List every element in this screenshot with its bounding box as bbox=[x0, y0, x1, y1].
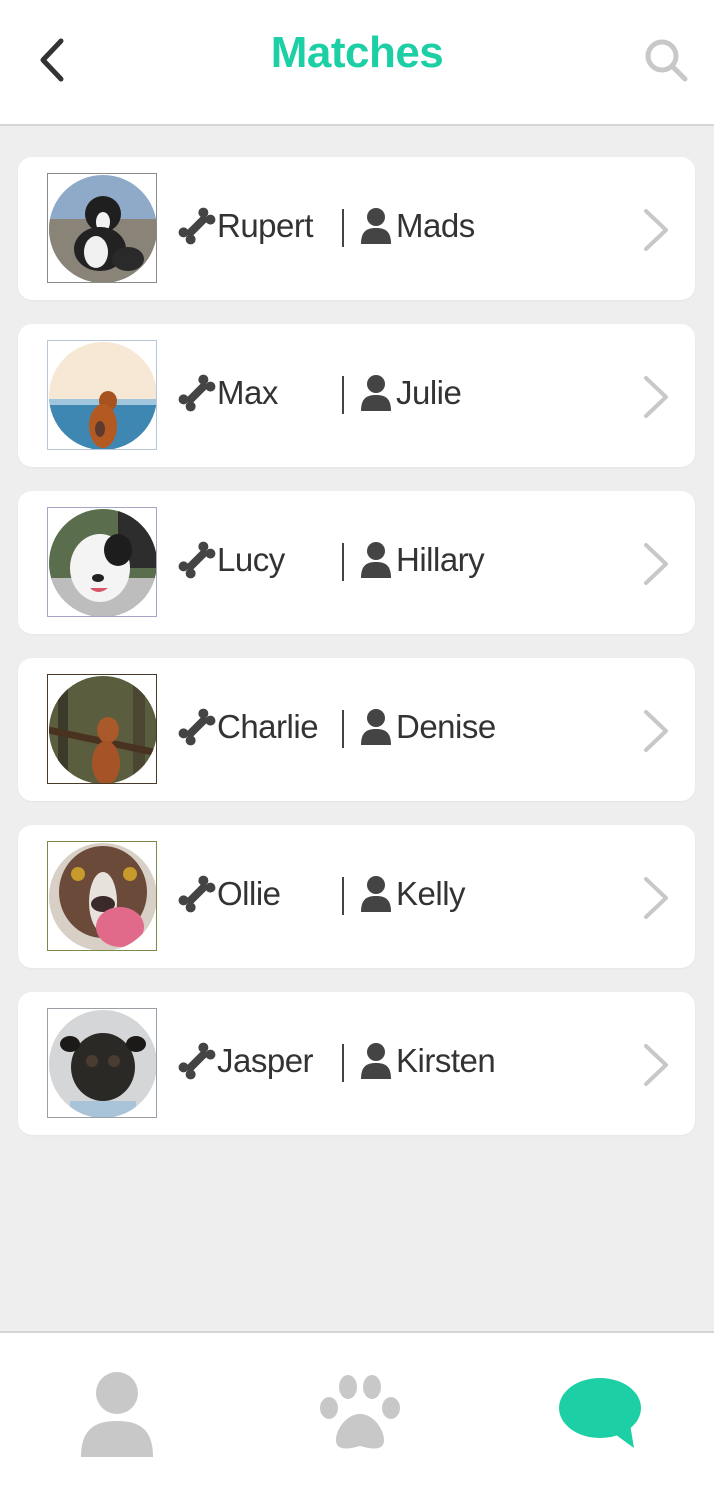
chat-bubble-icon bbox=[559, 1378, 641, 1448]
bone-icon bbox=[178, 374, 216, 412]
page-title: Matches bbox=[270, 28, 444, 77]
nav-paw-button[interactable] bbox=[312, 1371, 408, 1455]
owner-name: Kirsten bbox=[396, 1042, 496, 1079]
match-list: Rupert Mads Max Julie Lucy Hillary Charl… bbox=[18, 157, 695, 1159]
profile-icon bbox=[81, 1372, 153, 1457]
divider bbox=[342, 209, 344, 247]
search-button[interactable] bbox=[638, 32, 694, 88]
dog-avatar bbox=[47, 674, 157, 784]
divider bbox=[342, 376, 344, 414]
owner-name: Denise bbox=[396, 708, 496, 745]
divider bbox=[342, 877, 344, 915]
match-card[interactable]: Lucy Hillary bbox=[18, 491, 695, 634]
dog-avatar bbox=[47, 841, 157, 951]
dog-avatar bbox=[47, 340, 157, 450]
dog-name: Max bbox=[217, 374, 278, 411]
nav-chat-button[interactable] bbox=[554, 1373, 650, 1453]
divider bbox=[342, 543, 344, 581]
search-icon bbox=[645, 39, 688, 82]
person-icon bbox=[361, 709, 391, 745]
match-card[interactable]: Jasper Kirsten bbox=[18, 992, 695, 1135]
match-card[interactable]: Rupert Mads bbox=[18, 157, 695, 300]
chevron-right-icon bbox=[644, 710, 668, 752]
match-card[interactable]: Charlie Denise bbox=[18, 658, 695, 801]
bottom-nav bbox=[0, 1331, 714, 1486]
person-icon bbox=[361, 208, 391, 244]
paw-icon bbox=[320, 1375, 400, 1449]
dog-name: Rupert bbox=[217, 207, 314, 244]
chevron-right-icon bbox=[644, 543, 668, 585]
person-icon bbox=[361, 542, 391, 578]
divider bbox=[342, 710, 344, 748]
dog-avatar bbox=[47, 507, 157, 617]
dog-name: Charlie bbox=[217, 708, 319, 745]
divider bbox=[342, 1044, 344, 1082]
nav-profile-button[interactable] bbox=[72, 1369, 162, 1459]
bone-icon bbox=[178, 1042, 216, 1080]
dog-avatar bbox=[47, 173, 157, 283]
chevron-right-icon bbox=[644, 376, 668, 418]
owner-name: Julie bbox=[396, 374, 462, 411]
person-icon bbox=[361, 876, 391, 912]
dog-name: Lucy bbox=[217, 541, 285, 578]
bone-icon bbox=[178, 708, 216, 746]
owner-name: Mads bbox=[396, 207, 475, 244]
chevron-right-icon bbox=[644, 209, 668, 251]
match-card[interactable]: Max Julie bbox=[18, 324, 695, 467]
dog-name: Ollie bbox=[217, 875, 281, 912]
bone-icon bbox=[178, 875, 216, 913]
app-header: Matches bbox=[0, 0, 714, 126]
chevron-right-icon bbox=[644, 1044, 668, 1086]
bone-icon bbox=[178, 207, 216, 245]
chevron-right-icon bbox=[644, 877, 668, 919]
bone-icon bbox=[178, 541, 216, 579]
person-icon bbox=[361, 375, 391, 411]
dog-name: Jasper bbox=[217, 1042, 314, 1079]
person-icon bbox=[361, 1043, 391, 1079]
owner-name: Kelly bbox=[396, 875, 466, 912]
owner-name: Hillary bbox=[396, 541, 485, 578]
dog-avatar bbox=[47, 1008, 157, 1118]
match-card[interactable]: Ollie Kelly bbox=[18, 825, 695, 968]
